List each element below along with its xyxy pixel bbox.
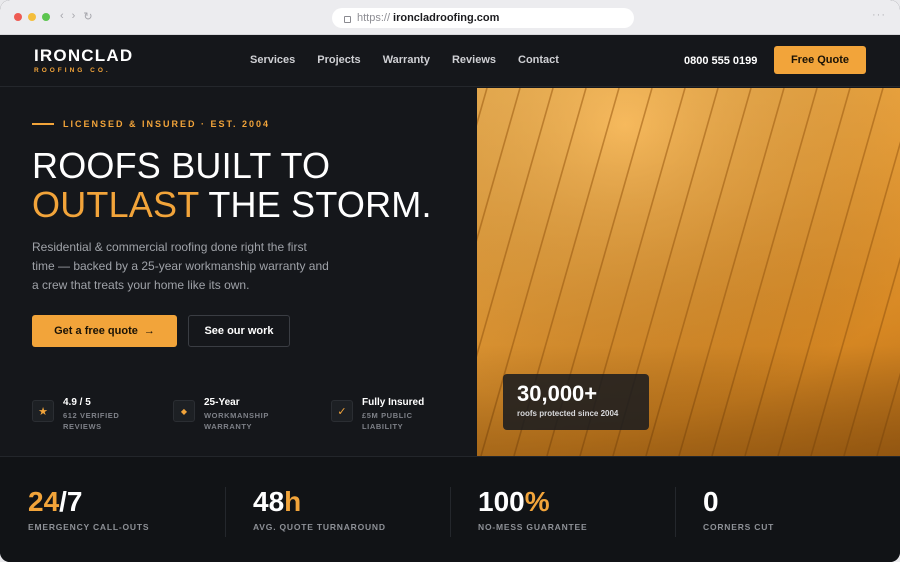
stat-value: 48h bbox=[253, 487, 386, 517]
trust-subtitle: WORKMANSHIP WARRANTY bbox=[204, 411, 269, 431]
stat-label: CORNERS CUT bbox=[703, 522, 775, 532]
stats-band: 24/7 EMERGENCY CALL-OUTS 48h AVG. QUOTE … bbox=[0, 456, 900, 562]
stat-value-main: 0 bbox=[703, 486, 719, 517]
headline-rest: THE STORM. bbox=[198, 184, 432, 225]
lock-icon bbox=[344, 15, 351, 23]
check-icon: ✓ bbox=[331, 400, 353, 422]
close-window-button[interactable] bbox=[14, 13, 22, 21]
roofs-protected-card: 30,000+ roofs protected since 2004 bbox=[503, 374, 649, 430]
stat-label: EMERGENCY CALL-OUTS bbox=[28, 522, 150, 532]
stat-corners: 0 CORNERS CUT bbox=[703, 487, 775, 533]
trust-title: Fully Insured bbox=[362, 397, 425, 408]
nav-link-services[interactable]: Services bbox=[250, 54, 295, 66]
stat-value-accent: h bbox=[284, 486, 302, 517]
get-free-quote-button[interactable]: Get a free quote → bbox=[32, 315, 177, 347]
see-our-work-button[interactable]: See our work bbox=[188, 315, 290, 347]
stat-value: 24/7 bbox=[28, 487, 149, 517]
trust-item-insured: ✓ Fully Insured £5M PUBLIC LIABILITY bbox=[331, 397, 440, 432]
nav-link-warranty[interactable]: Warranty bbox=[383, 54, 430, 66]
stat-emergency: 24/7 EMERGENCY CALL-OUTS bbox=[28, 487, 150, 533]
nav-link-contact[interactable]: Contact bbox=[518, 54, 559, 66]
cta-primary-label: Get a free quote bbox=[54, 325, 138, 337]
hero-eyebrow: LICENSED & INSURED · EST. 2004 bbox=[32, 119, 270, 129]
logo-wordmark: IRONCLAD bbox=[34, 46, 134, 65]
arrow-right-icon: → bbox=[143, 325, 155, 337]
stat-divider bbox=[225, 487, 226, 537]
trust-item-warranty: ◆ 25-Year WORKMANSHIP WARRANTY bbox=[173, 397, 282, 432]
nav-link-projects[interactable]: Projects bbox=[317, 54, 360, 66]
stat-turnaround: 48h AVG. QUOTE TURNAROUND bbox=[253, 487, 386, 533]
hero-lead: Residential & commercial roofing done ri… bbox=[32, 240, 329, 292]
minimize-window-button[interactable] bbox=[28, 13, 36, 21]
diamond-icon: ◆ bbox=[173, 400, 195, 422]
url-protocol: https:// bbox=[357, 12, 391, 24]
headline-accent: OUTLAST bbox=[32, 184, 199, 225]
headline-line-1: ROOFS BUILT TO bbox=[32, 145, 331, 186]
eyebrow-rule bbox=[32, 123, 54, 125]
free-quote-button[interactable]: Free Quote bbox=[774, 46, 866, 74]
eyebrow-text: LICENSED & INSURED · EST. 2004 bbox=[63, 119, 271, 129]
url-host: ironcladroofing.com bbox=[393, 12, 500, 24]
stat-value: 0 bbox=[703, 487, 774, 517]
hero-image: 30,000+ roofs protected since 2004 bbox=[477, 88, 900, 456]
stat-guarantee: 100% NO-MESS GUARANTEE bbox=[478, 487, 588, 533]
stat-value-main: 100 bbox=[478, 486, 525, 517]
star-icon: ★ bbox=[32, 400, 54, 422]
more-icon[interactable]: ··· bbox=[872, 9, 886, 21]
browser-window: ‹ › ↻ https:// ironcladroofing.com ··· I… bbox=[0, 0, 900, 562]
stat-value-accent: 24 bbox=[28, 486, 60, 517]
stat-value: 100% bbox=[478, 487, 587, 517]
roofs-protected-caption: roofs protected since 2004 bbox=[517, 409, 619, 418]
logo[interactable]: IRONCLAD ROOFING CO. bbox=[34, 46, 133, 75]
browser-chrome: ‹ › ↻ https:// ironcladroofing.com ··· bbox=[0, 0, 900, 35]
stat-value-accent: % bbox=[524, 486, 550, 517]
trust-title: 4.9 / 5 bbox=[63, 397, 91, 408]
nav-link-reviews[interactable]: Reviews bbox=[452, 54, 496, 66]
hero-headline: ROOFS BUILT TO OUTLAST THE STORM. bbox=[32, 146, 432, 224]
roofs-protected-value: 30,000+ bbox=[517, 381, 598, 406]
reload-icon[interactable]: ↻ bbox=[83, 10, 92, 23]
stat-value-main: 48 bbox=[253, 486, 285, 517]
hero-content: LICENSED & INSURED · EST. 2004 ROOFS BUI… bbox=[0, 88, 477, 456]
stat-label: AVG. QUOTE TURNAROUND bbox=[253, 522, 386, 532]
logo-subtitle: ROOFING CO. bbox=[34, 67, 111, 74]
window-controls bbox=[14, 13, 50, 21]
trust-subtitle: £5M PUBLIC LIABILITY bbox=[362, 411, 413, 431]
forward-icon[interactable]: › bbox=[72, 10, 76, 23]
maximize-window-button[interactable] bbox=[42, 13, 50, 21]
back-icon[interactable]: ‹ bbox=[60, 10, 64, 23]
stat-divider bbox=[450, 487, 451, 537]
main-menu: Services Projects Warranty Reviews Conta… bbox=[250, 54, 559, 66]
stat-value-rest: /7 bbox=[59, 486, 83, 517]
stat-divider bbox=[675, 487, 676, 537]
trust-item-reviews: ★ 4.9 / 5 612 VERIFIED REVIEWS bbox=[32, 397, 141, 432]
stat-label: NO-MESS GUARANTEE bbox=[478, 522, 588, 532]
site-header: IRONCLAD ROOFING CO. Services Projects W… bbox=[0, 35, 900, 87]
browser-nav-buttons: ‹ › ↻ bbox=[60, 10, 93, 23]
phone-number[interactable]: 0800 555 0199 bbox=[684, 55, 757, 67]
trust-subtitle: 612 VERIFIED REVIEWS bbox=[63, 411, 120, 431]
address-bar[interactable]: https:// ironcladroofing.com bbox=[332, 8, 634, 28]
trust-title: 25-Year bbox=[204, 397, 240, 408]
